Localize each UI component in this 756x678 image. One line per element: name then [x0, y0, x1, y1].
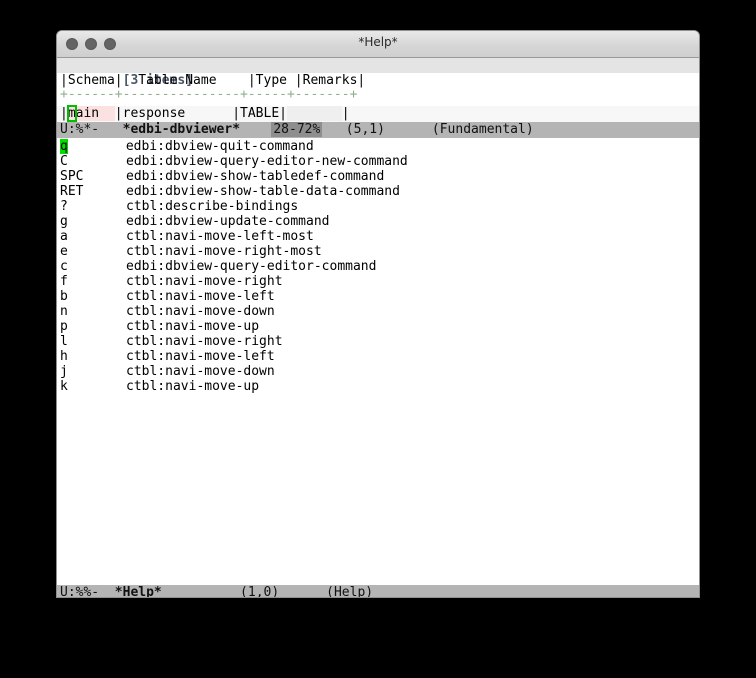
keybinding-row[interactable]: RET edbi:dbview-show-table-data-command	[57, 184, 699, 199]
keybinding-row[interactable]: q edbi:dbview-quit-command	[57, 139, 699, 154]
modeline-gap-2	[240, 122, 271, 137]
modeline-position: (5,1)	[345, 122, 385, 137]
items-count-row: [3 items]	[57, 58, 699, 88]
modeline-gap-1	[99, 122, 122, 137]
modeline-flags: U:%*-	[60, 122, 100, 137]
table-row[interactable]: |main |response |TABLE| |	[57, 105, 699, 122]
keybinding-key: e	[60, 244, 68, 259]
keybinding-command: edbi:dbview-update-command	[126, 214, 330, 229]
row-pipe-0: |	[60, 106, 68, 121]
modeline-percent[interactable]: 28-72%	[271, 122, 323, 137]
window-titlebar[interactable]: *Help*	[57, 31, 699, 58]
keybinding-key: g	[60, 214, 68, 229]
keybinding-row[interactable]: ? ctbl:describe-bindings	[57, 199, 699, 214]
keybinding-command: ctbl:navi-move-right	[126, 274, 283, 289]
keybinding-command: ctbl:navi-move-up	[126, 379, 260, 394]
keybinding-key: l	[60, 334, 68, 349]
keybinding-key: a	[60, 229, 68, 244]
keybinding-row[interactable]: SPC edbi:dbview-show-tabledef-command	[57, 169, 699, 184]
keybinding-key: SPC	[60, 169, 84, 184]
row-pipe-4: |	[341, 106, 350, 121]
keybinding-key: n	[60, 304, 68, 319]
keybinding-command: ctbl:navi-move-right	[126, 334, 283, 349]
modeline-gap-4	[385, 122, 432, 137]
keybinding-command: edbi:dbview-show-table-data-command	[126, 184, 400, 199]
table-separator-row: +------+---------------+-----+-------+	[57, 88, 699, 102]
keybinding-row[interactable]: k ctbl:navi-move-up	[57, 379, 699, 394]
keybinding-key: ?	[60, 199, 68, 214]
keybinding-row[interactable]: j ctbl:navi-move-down	[57, 364, 699, 379]
keybinding-key: k	[60, 379, 68, 394]
keybinding-row[interactable]: h ctbl:navi-move-left	[57, 349, 699, 364]
keybinding-row[interactable]: p ctbl:navi-move-up	[57, 319, 699, 334]
keybinding-key: b	[60, 289, 68, 304]
emacs-frame: [3 items] |Schema| Table Name |Type |Rem…	[57, 58, 699, 598]
cell-type: TABLE	[240, 106, 280, 121]
dbviewer-buffer[interactable]: [3 items] |Schema| Table Name |Type |Rem…	[57, 58, 699, 122]
help-modeline-major-mode: (Help)	[326, 585, 374, 598]
keybinding-command: edbi:dbview-show-tabledef-command	[126, 169, 385, 184]
help-modeline-gap-2	[162, 585, 240, 597]
emacs-window: *Help* [3 items] |Schema| Table Name |Ty…	[56, 30, 700, 598]
row-pipe-3: |	[279, 106, 287, 121]
keybinding-command: ctbl:navi-move-left	[126, 289, 275, 304]
keybinding-row[interactable]: f ctbl:navi-move-right	[57, 274, 699, 289]
row-pipe-1: |	[114, 106, 123, 121]
cell-remarks	[287, 106, 342, 121]
keybinding-command: edbi:dbview-quit-command	[125, 139, 314, 154]
keybinding-key: RET	[60, 184, 84, 199]
keybinding-command: ctbl:navi-move-up	[126, 319, 260, 334]
help-modeline-position: (1,0)	[240, 585, 280, 598]
modeline-buffer-name: *edbi-dbviewer*	[122, 122, 241, 137]
help-modeline[interactable]: U:%%- *Help* (1,0) (Help)	[57, 585, 699, 598]
row-pipe-2: |	[232, 106, 241, 121]
help-modeline-gap-3	[279, 585, 326, 597]
keybinding-command: edbi:dbview-query-editor-command	[126, 259, 377, 274]
keybinding-key-cursor[interactable]: q	[60, 139, 68, 154]
modeline-major-mode: (Fundamental)	[431, 122, 534, 137]
keybinding-key: j	[60, 364, 68, 379]
cell-table-name: response	[122, 106, 233, 121]
keybinding-command: ctbl:describe-bindings	[126, 199, 299, 214]
keybinding-command: ctbl:navi-move-left-most	[126, 229, 314, 244]
keybinding-row[interactable]: n ctbl:navi-move-down	[57, 304, 699, 319]
keybinding-command: ctbl:navi-move-down	[126, 304, 275, 319]
keybinding-key: h	[60, 349, 68, 364]
keybinding-row[interactable]: c edbi:dbview-query-editor-command	[57, 259, 699, 274]
keybinding-row[interactable]: Cedbi:dbview-query-editor-new-command	[57, 154, 699, 169]
keybinding-command: ctbl:navi-move-down	[126, 364, 275, 379]
help-modeline-gap-1	[99, 585, 115, 597]
keybinding-row[interactable]: b ctbl:navi-move-left	[57, 289, 699, 304]
keybinding-key: f	[60, 274, 68, 289]
table-column-header: |Schema| Table Name |Type |Remarks|	[57, 73, 699, 88]
keybinding-row[interactable]: e ctbl:navi-move-right-most	[57, 244, 699, 259]
window-title: *Help*	[358, 35, 398, 49]
dbviewer-modeline[interactable]: U:%*- *edbi-dbviewer* 28-72% (5,1) (Fund…	[57, 122, 699, 138]
keybinding-command: ctbl:navi-move-left	[126, 349, 275, 364]
help-modeline-buffer-name: *Help*	[114, 585, 162, 598]
keybinding-key: C	[60, 154, 68, 169]
help-modeline-flags: U:%%-	[60, 585, 100, 598]
cell-cursor[interactable]: m	[66, 105, 77, 122]
keybinding-row[interactable]: a ctbl:navi-move-left-most	[57, 229, 699, 244]
keybinding-command: ctbl:navi-move-right-most	[126, 244, 322, 259]
modeline-gap-3	[322, 122, 345, 137]
keybinding-command: edbi:dbview-query-editor-new-command	[126, 154, 408, 169]
keybinding-key: p	[60, 319, 68, 334]
keybinding-row[interactable]: g edbi:dbview-update-command	[57, 214, 699, 229]
keybinding-key: c	[60, 259, 68, 274]
cell-schema: ain	[75, 106, 115, 121]
keybinding-row[interactable]: l ctbl:navi-move-right	[57, 334, 699, 349]
help-buffer[interactable]: q edbi:dbview-quit-command Cedbi:dbview-qu…	[57, 138, 699, 575]
